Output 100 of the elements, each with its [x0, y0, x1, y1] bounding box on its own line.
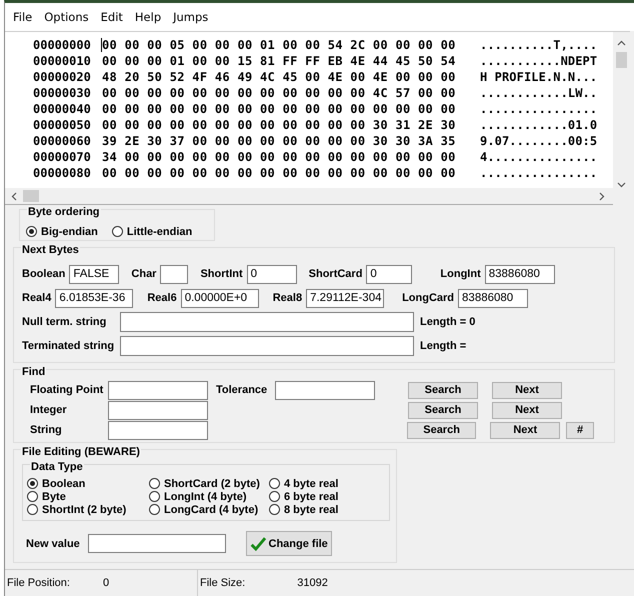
value-field[interactable]: 6.01853E-36 [55, 288, 134, 308]
value-field[interactable]: 83886080 [484, 264, 555, 284]
length-text: Length = 0 [420, 316, 476, 328]
hex-bytes: 34 00 00 00 00 00 00 00 00 00 00 00 00 00 00 00 [101, 150, 457, 164]
radio-option[interactable]: Big-endian [26, 225, 98, 238]
field-label: Terminated string [22, 340, 114, 352]
next-button[interactable]: Next [492, 402, 562, 418]
group-title: Find [21, 366, 46, 378]
scroll-thumb[interactable] [616, 52, 627, 68]
radio-icon[interactable] [269, 491, 280, 502]
radio-option[interactable]: 8 byte real [269, 503, 338, 516]
field-label: New value [26, 538, 80, 550]
scroll-thumb[interactable] [23, 190, 39, 202]
radio-option[interactable]: Byte [27, 490, 149, 503]
group-title: Byte ordering [27, 206, 101, 218]
radio-option[interactable]: LongInt (4 byte) [149, 490, 269, 503]
ascii-text: ................ [480, 166, 598, 180]
offset-cell-text: 00000000 [33, 38, 92, 52]
ascii-text: 4............... [480, 150, 598, 164]
ascii-text: ...........NDEPT [480, 54, 598, 68]
field-label: LongCard [402, 292, 454, 304]
status-label: File Size: [200, 577, 246, 589]
value-field[interactable]: 0 [366, 264, 412, 284]
field-label: Floating Point [29, 384, 104, 396]
value-field[interactable]: FALSE [69, 264, 120, 284]
status-value: 0 [102, 577, 110, 589]
offset-cell-text: 00000070 [33, 150, 92, 164]
search-field[interactable] [108, 380, 208, 400]
radio-icon[interactable] [27, 478, 38, 489]
radio-option[interactable]: 6 byte real [269, 490, 338, 503]
hex-bytes: 00 00 00 00 00 00 00 00 00 00 00 00 00 00 00 00 [101, 166, 457, 180]
search-field[interactable] [108, 420, 208, 440]
ascii-text: ..........T,.... [480, 38, 598, 52]
string-field[interactable] [120, 336, 414, 356]
hash-button[interactable]: # [566, 422, 594, 438]
radio-icon[interactable] [149, 491, 160, 502]
radio-option[interactable]: Boolean [27, 477, 149, 490]
radio-option[interactable]: 4 byte real [269, 477, 338, 490]
radio-icon[interactable] [27, 491, 38, 502]
value-field[interactable]: 0 [246, 264, 297, 284]
field-label: Boolean [22, 268, 66, 280]
radio-option[interactable]: Little-endian [112, 225, 192, 238]
length-text: Length = [420, 340, 466, 352]
field-label: LongInt [440, 268, 481, 280]
offset-cell-text: 00000060 [33, 134, 92, 148]
value-field[interactable]: 0.00000E+0 [180, 288, 259, 308]
field-label: Tolerance [216, 384, 268, 396]
ascii-text: 9.07........00:5 [480, 134, 598, 148]
hex-bytes: 00 00 00 00 00 00 00 00 00 00 00 00 00 00 00 00 [101, 102, 457, 116]
field-label: Real4 [22, 292, 52, 304]
hex-bytes: 39 2E 30 37 00 00 00 00 00 00 00 00 30 30 3A 35 [101, 134, 457, 148]
radio-option[interactable]: ShortInt (2 byte) [27, 503, 149, 516]
radio-icon[interactable] [27, 504, 38, 515]
field-label: Integer [29, 404, 68, 416]
radio-icon[interactable] [269, 478, 280, 489]
menu-item[interactable]: Jumps [167, 10, 214, 24]
status-value: 31092 [297, 577, 328, 589]
ascii-text: ............01.0 [480, 118, 598, 132]
search-button[interactable]: Search [408, 402, 478, 418]
field-label: ShortInt [200, 268, 243, 280]
radio-icon[interactable] [269, 504, 280, 515]
search-button[interactable]: Search [408, 382, 478, 398]
menu-item[interactable]: File [7, 10, 38, 24]
value-field[interactable] [160, 264, 188, 284]
field-label: Real6 [147, 292, 177, 304]
hex-bytes: 48 20 50 52 4F 46 49 4C 45 00 4E 00 4E 00 00 00 [101, 70, 457, 84]
group-title: Data Type [30, 461, 84, 473]
menu-item[interactable]: Help [128, 10, 168, 24]
ascii-text: H PROFILE.N.N... [480, 70, 598, 84]
search-field[interactable] [108, 400, 208, 420]
offset-cell-text: 00000010 [33, 54, 92, 68]
hex-bytes: 00 00 00 01 00 00 15 81 FF FF EB 4E 44 45 50 54 [101, 54, 457, 68]
hex-bytes: 00 00 00 05 00 00 00 01 00 00 54 2C 00 00 00 00 [101, 38, 480, 52]
value-field[interactable]: 7.29112E-304 [306, 288, 384, 308]
value-field[interactable]: 83886080 [458, 288, 528, 308]
group-title: File Editing (BEWARE) [21, 446, 141, 458]
radio-icon[interactable] [26, 226, 37, 237]
tolerance-field[interactable] [275, 380, 376, 400]
menu-item[interactable]: Options [38, 10, 95, 24]
offset-cell-text: 00000040 [33, 102, 92, 116]
offset-cell-text: 00000020 [33, 70, 92, 84]
next-button[interactable]: Next [492, 382, 562, 398]
string-field[interactable] [120, 312, 414, 332]
ascii-text: ............LW.. [480, 86, 598, 100]
field-label: Null term. string [22, 316, 108, 328]
field-label: String [29, 424, 63, 436]
search-button[interactable]: Search [406, 422, 476, 438]
radio-option[interactable]: LongCard (4 byte) [149, 503, 269, 516]
new-value-field[interactable] [88, 534, 226, 553]
next-button[interactable]: Next [490, 422, 560, 438]
status-label: File Position: [7, 577, 70, 589]
radio-icon[interactable] [149, 478, 160, 489]
change-file-button[interactable]: Change file [246, 531, 332, 556]
radio-icon[interactable] [112, 226, 123, 237]
horizontal-scrollbar[interactable] [5, 188, 613, 205]
radio-option[interactable]: ShortCard (2 byte) [149, 477, 269, 490]
offset-cell-text: 00000080 [33, 166, 92, 180]
radio-icon[interactable] [149, 504, 160, 515]
offset-cell-text: 00000050 [33, 118, 92, 132]
menu-item[interactable]: Edit [94, 10, 129, 24]
